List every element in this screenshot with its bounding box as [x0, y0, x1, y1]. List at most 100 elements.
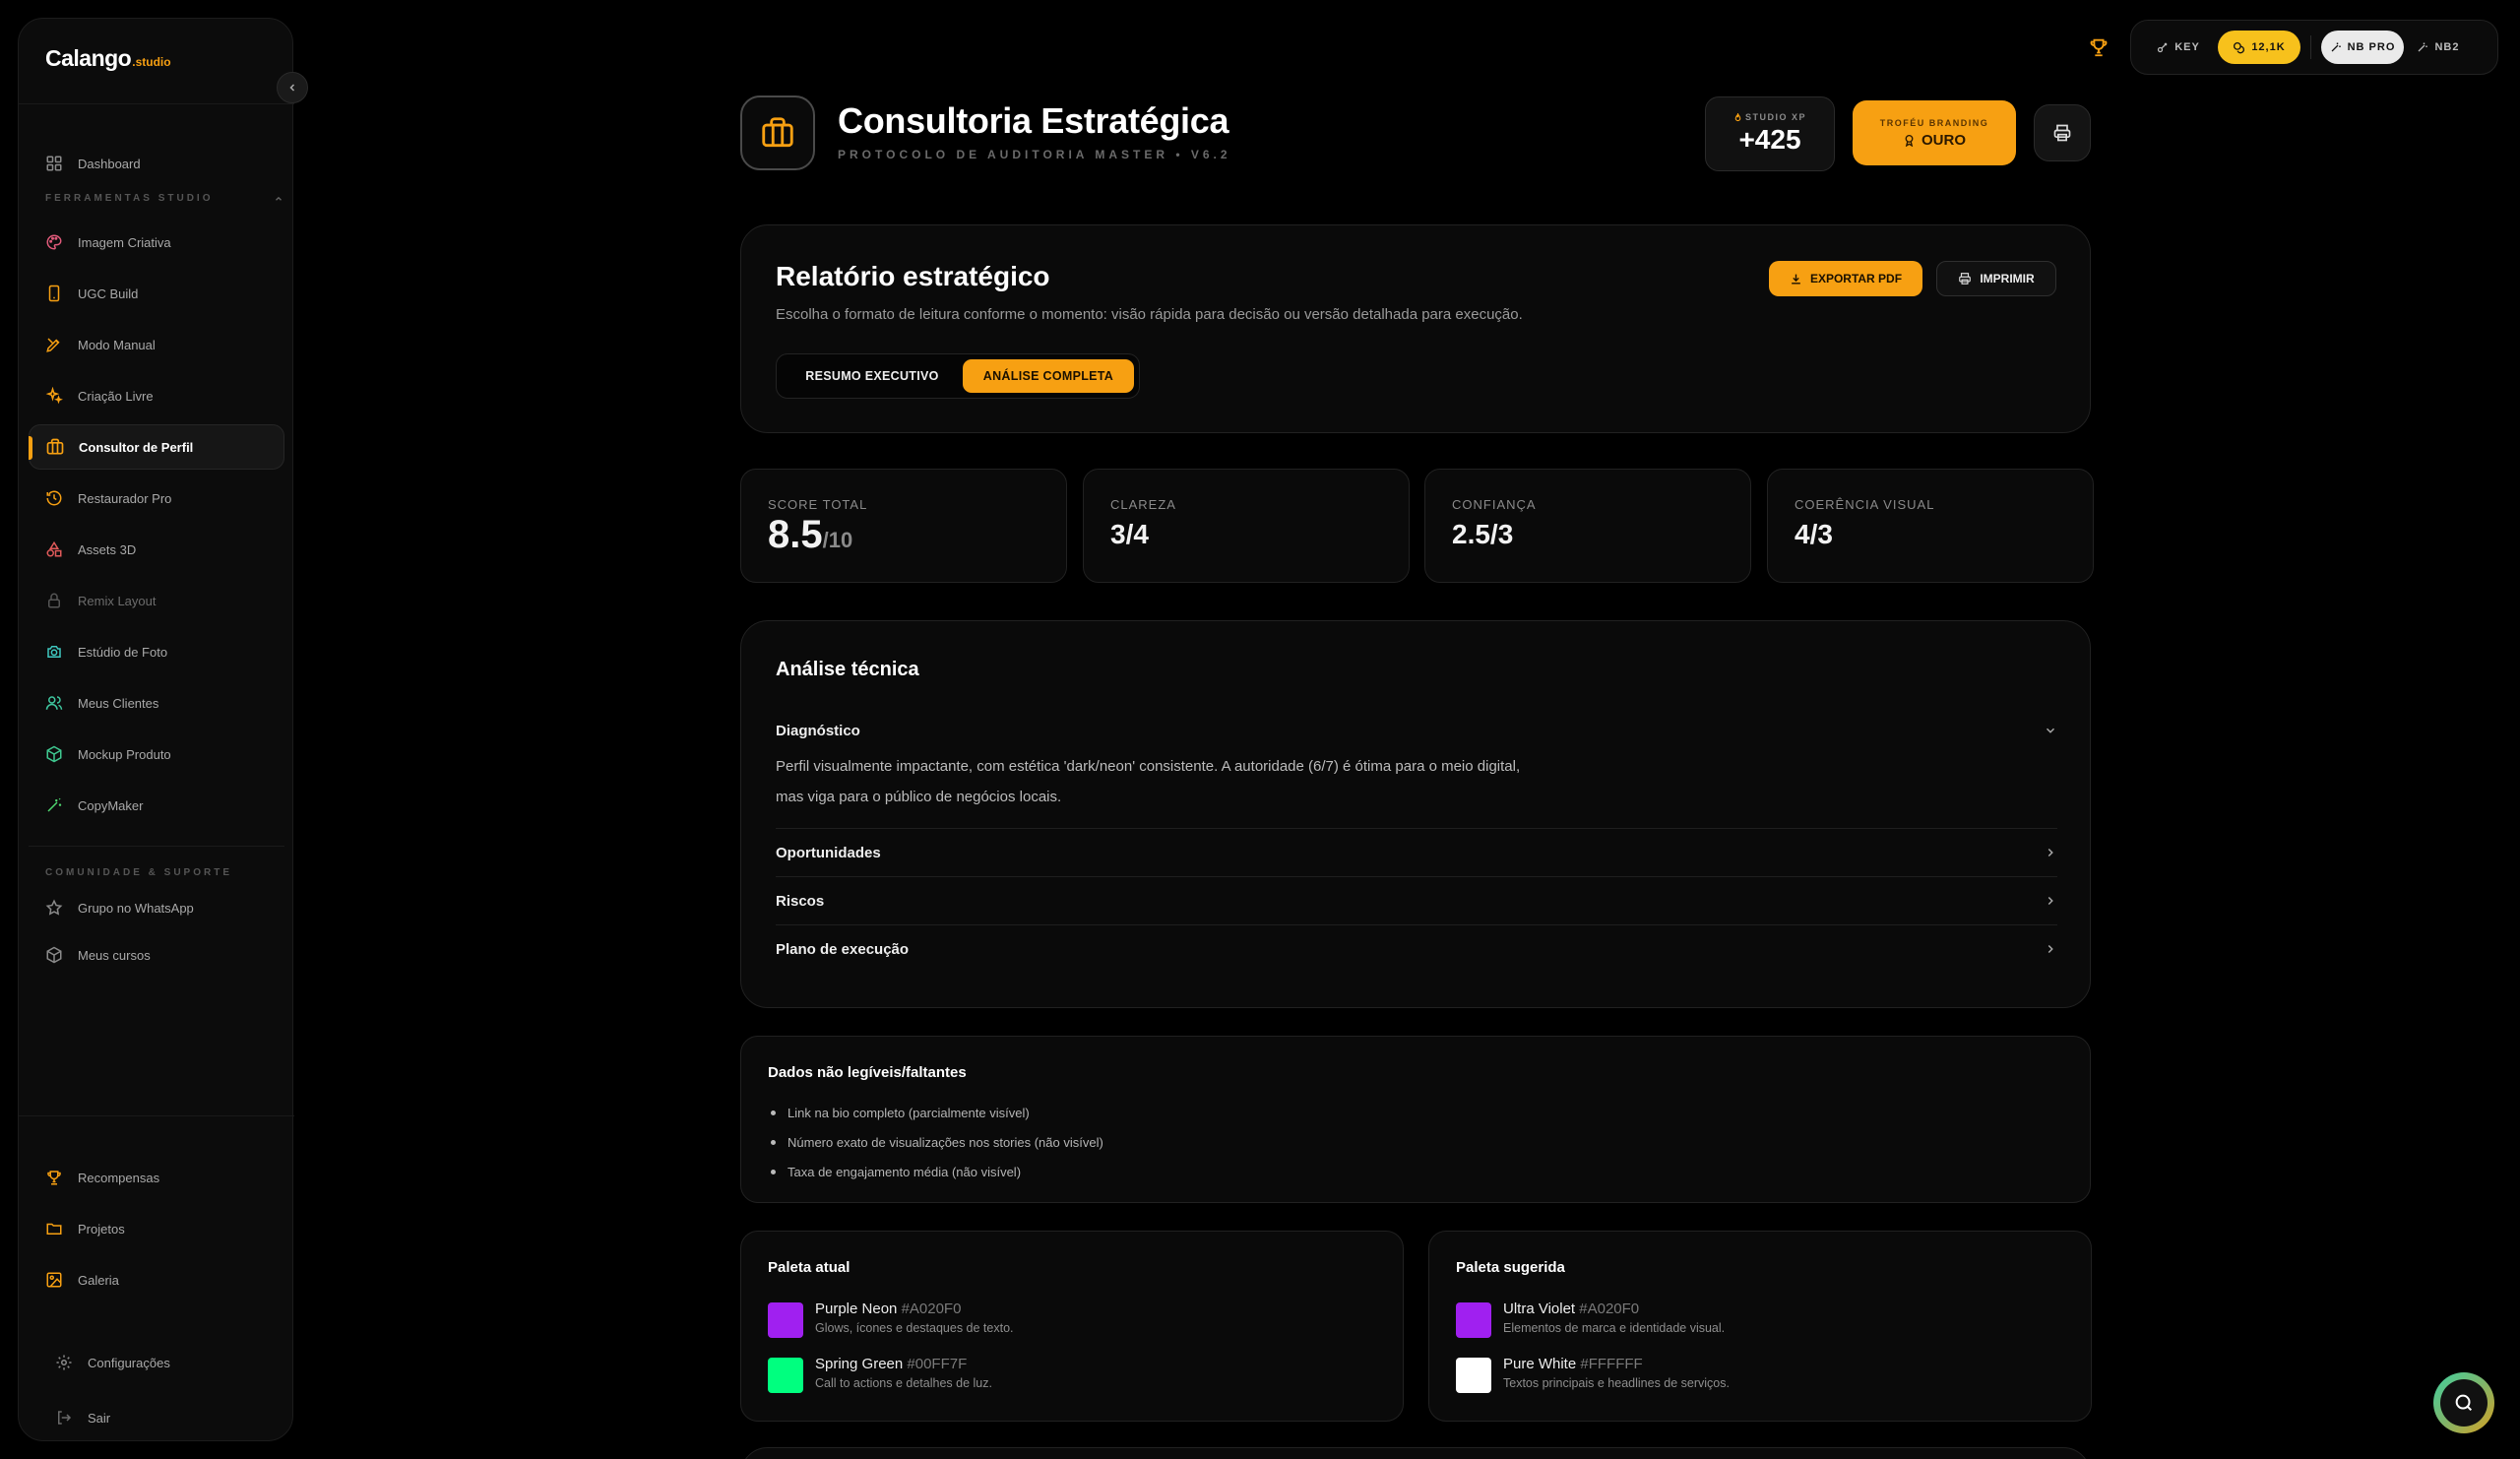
users-icon	[44, 693, 64, 713]
sidebar-item-projetos[interactable]: Projetos	[29, 1206, 284, 1251]
studio-xp-value: +425	[1738, 124, 1801, 155]
sidebar-item-label: Galeria	[78, 1272, 119, 1288]
wand-icon	[2331, 42, 2341, 52]
print-button[interactable]	[2034, 104, 2091, 161]
sidebar-item-ugc-build[interactable]: UGC Build	[29, 271, 284, 316]
missing-data-list: Link na bio completo (parcialmente visív…	[768, 1098, 1103, 1186]
studio-xp-card: STUDIO XP +425	[1705, 96, 1835, 171]
color-hex: #A020F0	[901, 1300, 962, 1317]
sidebar-item-meus-clientes[interactable]: Meus Clientes	[29, 680, 284, 726]
sidebar-item-estudio-de-foto[interactable]: Estúdio de Foto	[29, 629, 284, 674]
stat-value: 3/4	[1110, 519, 1149, 549]
imprimir-button[interactable]: IMPRIMIR	[1936, 261, 2056, 296]
accordion-plano-de-execucao[interactable]: Plano de execução	[776, 936, 2057, 962]
accordion-label: Plano de execução	[776, 940, 910, 958]
page-subtitle: PROTOCOLO DE AUDITORIA MASTER • V6.2	[838, 148, 1231, 161]
accordion-diagnostico[interactable]: Diagnóstico	[776, 720, 2057, 741]
color-entry: Spring Green #00FF7F Call to actions e d…	[768, 1356, 992, 1395]
color-entry: Ultra Violet #A020F0 Elementos de marca …	[1456, 1300, 1725, 1340]
sidebar-item-meus-cursos[interactable]: Meus cursos	[29, 932, 284, 978]
medal-icon	[1905, 134, 1914, 147]
shapes-icon	[44, 539, 64, 559]
accordion-divider	[776, 828, 2057, 829]
sidebar-item-label: Mockup Produto	[78, 746, 171, 762]
color-entry: Pure White #FFFFFF Textos principais e h…	[1456, 1356, 1730, 1395]
accordion-divider	[776, 924, 2057, 925]
sidebar-item-imagem-criativa[interactable]: Imagem Criativa	[29, 220, 284, 265]
wand-icon	[44, 795, 64, 815]
mode-full-tab[interactable]: ANÁLISE COMPLETA	[962, 359, 1134, 393]
list-item: Número exato de visualizações nos storie…	[768, 1127, 1103, 1157]
export-pdf-button[interactable]: EXPORTAR PDF	[1769, 261, 1922, 296]
sidebar-item-criacao-livre[interactable]: Criação Livre	[29, 373, 284, 418]
sidebar-item-label: Modo Manual	[78, 337, 156, 352]
sidebar-item-consultor-de-perfil[interactable]: Consultor de Perfil	[29, 424, 284, 470]
page-icon	[740, 95, 815, 170]
stat-coerencia-visual: COERÊNCIA VISUAL 4/3	[1767, 469, 2094, 583]
sidebar-item-assets-3d[interactable]: Assets 3D	[29, 527, 284, 572]
stat-value: 4/3	[1795, 519, 1833, 549]
report-title: Relatório estratégico	[776, 261, 1050, 291]
sidebar-item-modo-manual[interactable]: Modo Manual	[29, 322, 284, 367]
sidebar-collapse-button[interactable]	[277, 72, 308, 103]
color-name: Ultra Violet	[1503, 1300, 1576, 1317]
star-icon	[44, 898, 64, 918]
chevron-down-icon	[2046, 728, 2055, 733]
sidebar-item-copymaker[interactable]: CopyMaker	[29, 783, 284, 828]
sidebar-item-label: Dashboard	[78, 156, 141, 171]
trophy-label: TROFÉU BRANDING	[1879, 117, 1989, 128]
sidebar-item-whatsapp[interactable]: Grupo no WhatsApp	[29, 885, 284, 930]
model-nb-pro-button[interactable]: NB PRO	[2321, 31, 2404, 64]
sidebar-item-galeria[interactable]: Galeria	[29, 1257, 284, 1302]
color-description: Call to actions e detalhes de luz.	[815, 1376, 992, 1390]
model-nb2-button[interactable]: NB2	[2404, 31, 2473, 64]
analysis-title: Análise técnica	[776, 659, 919, 680]
stat-label: COERÊNCIA VISUAL	[1795, 497, 1935, 512]
chevron-up-icon	[276, 196, 282, 201]
search-fab-button[interactable]	[2433, 1372, 2494, 1433]
trophy-icon	[44, 1168, 64, 1187]
download-icon	[1792, 274, 1800, 285]
phone-icon	[44, 284, 64, 303]
sidebar-item-mockup-produto[interactable]: Mockup Produto	[29, 731, 284, 777]
cube-icon	[44, 945, 64, 965]
sidebar-item-label: Consultor de Perfil	[79, 439, 194, 455]
rewards-shortcut[interactable]	[2085, 33, 2112, 61]
studio-xp-label: STUDIO XP	[1733, 112, 1806, 122]
accordion-label: Riscos	[776, 892, 825, 910]
mode-summary-tab[interactable]: RESUMO EXECUTIVO	[782, 359, 963, 393]
lock-icon	[44, 591, 64, 610]
folder-icon	[44, 1219, 64, 1238]
accordion-oportunidades[interactable]: Oportunidades	[776, 840, 2057, 865]
sidebar: Calango .studio Dashboard FERRAMENTAS ST…	[18, 18, 308, 1441]
sidebar-item-remix-layout[interactable]: Remix Layout	[29, 578, 284, 623]
briefcase-icon	[45, 437, 65, 457]
sidebar-item-restaurador-pro[interactable]: Restaurador Pro	[29, 476, 284, 521]
color-swatch	[768, 1302, 803, 1338]
next-section-card	[740, 1447, 2091, 1459]
credits-badge[interactable]: 12,1K	[2218, 31, 2300, 64]
sidebar-item-label: Remix Layout	[78, 593, 157, 608]
printer-icon	[2053, 124, 2071, 142]
coins-icon	[2234, 41, 2245, 53]
section-title: COMUNIDADE & SUPORTE	[45, 867, 233, 878]
api-key-button[interactable]: KEY	[2139, 31, 2218, 64]
sidebar-item-sair[interactable]: Sair	[38, 1395, 294, 1440]
sidebar-item-label: CopyMaker	[78, 797, 144, 813]
trophy-value: OURO	[1903, 132, 1966, 149]
brand-logo[interactable]: Calango .studio	[45, 45, 171, 77]
sidebar-item-configuracoes[interactable]: Configurações	[38, 1340, 294, 1385]
stat-confianca: CONFIANÇA 2.5/3	[1424, 469, 1751, 583]
accordion-riscos[interactable]: Riscos	[776, 888, 2057, 914]
accordion-label: Diagnóstico	[776, 722, 860, 739]
sidebar-item-recompensas[interactable]: Recompensas	[29, 1155, 284, 1200]
section-header-tools[interactable]: FERRAMENTAS STUDIO	[45, 193, 282, 204]
package-icon	[44, 744, 64, 764]
search-icon	[2455, 1394, 2473, 1412]
flame-icon	[1734, 112, 1741, 121]
accordion-label: Oportunidades	[776, 844, 881, 861]
stat-value: 8.5/10	[768, 513, 853, 556]
color-description: Elementos de marca e identidade visual.	[1503, 1321, 1726, 1335]
account-toolbar: KEY 12,1K NB PRO NB2	[2130, 20, 2498, 75]
sidebar-item-dashboard[interactable]: Dashboard	[29, 141, 284, 186]
